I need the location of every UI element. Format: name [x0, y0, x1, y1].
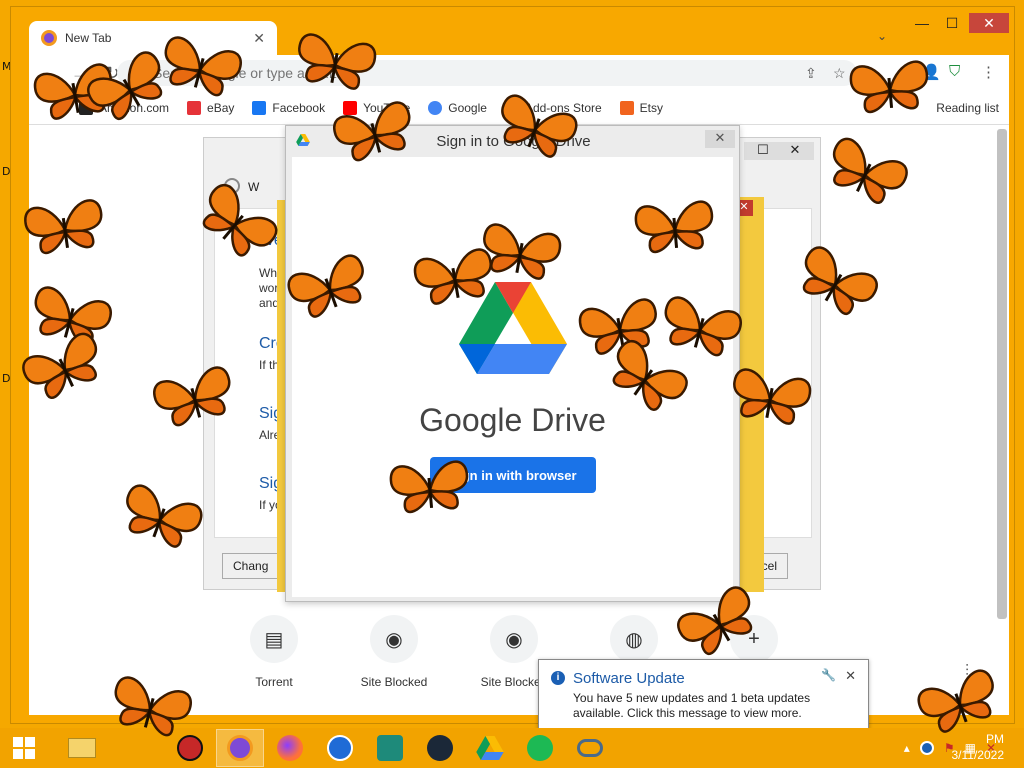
tab-title: New Tab [65, 31, 112, 45]
spotify-icon [527, 735, 553, 761]
taskbar-browser[interactable] [216, 729, 264, 767]
window-close-button[interactable]: ✕ [969, 13, 1009, 33]
github-icon: ◉ [370, 615, 418, 663]
steam-icon [427, 735, 453, 761]
browser-toolbar: ← → ↻ ⇪ ☆ 👤 ⛉ ⋮ [29, 55, 1009, 91]
google-g-icon [129, 65, 145, 81]
drive-small-icon [296, 134, 310, 146]
browser-icon [227, 735, 253, 761]
back-icon[interactable]: ← [35, 63, 61, 84]
tab-new-tab[interactable]: New Tab ✕ [29, 21, 277, 55]
github-icon: ◉ [490, 615, 538, 663]
folder-edge [738, 197, 764, 592]
profile-icon[interactable]: 👤 [922, 63, 941, 81]
tray-app-icon[interactable] [919, 741, 934, 755]
bookmark-etsy[interactable]: Etsy [619, 100, 663, 115]
software-update-notification[interactable]: i Software Update 🔧 ✕ You have 5 new upd… [538, 659, 869, 740]
add-shortcut-button[interactable]: + [709, 615, 799, 663]
omnibox[interactable]: ⇪ ☆ [117, 60, 857, 86]
bookmark-google[interactable]: Google [428, 100, 487, 115]
firefox-icon [277, 735, 303, 761]
etsy-icon [619, 100, 634, 115]
google-drive-logo-icon [459, 282, 567, 374]
folder-edge [277, 200, 285, 592]
change-button[interactable]: Chang [222, 553, 280, 579]
bookmark-facebook[interactable]: Facebook [252, 100, 325, 115]
share-icon[interactable]: ⇪ [805, 65, 817, 82]
reading-list-button[interactable]: Reading list [936, 101, 999, 115]
taskbar-file-explorer[interactable] [58, 729, 106, 767]
product-name: Google Drive [419, 402, 606, 438]
shield-extension-icon[interactable]: ⛉ [949, 63, 960, 80]
customize-sliders-icon[interactable]: ⫶ [965, 663, 969, 681]
drive-dialog-close-button[interactable]: ✕ [705, 130, 735, 148]
amazon-icon [79, 100, 93, 115]
bookmark-amazon[interactable]: Amazon.com [79, 100, 169, 115]
clock-time: PM [986, 732, 1004, 746]
antivirus-icon [177, 735, 203, 761]
clock-date: 3/11/2022 [951, 748, 1005, 762]
notification-title: Software Update [573, 670, 685, 687]
taskbar-antivirus[interactable] [166, 729, 214, 767]
dialog-title: W [248, 180, 260, 194]
windows-logo-icon [13, 737, 35, 759]
addons-icon [504, 100, 519, 115]
globe-icon: ◍ [610, 615, 658, 663]
drive-signin-dialog: Sign in to Google Drive ✕ Google Drive S… [285, 125, 740, 602]
folder-icon [68, 738, 96, 758]
taskbar-thunderbird[interactable] [316, 729, 364, 767]
google-icon [428, 100, 443, 115]
torrent-icon: ▤ [250, 615, 298, 663]
signin-with-browser-button[interactable]: Sign in with browser [430, 457, 596, 493]
taskbar-steam[interactable] [416, 729, 464, 767]
tray-expand-icon[interactable]: ▴ [904, 741, 910, 755]
tab-search-chevron-icon[interactable]: ⌄ [877, 29, 887, 43]
page-scrollbar[interactable] [997, 129, 1007, 619]
taskbar-network-tool[interactable] [566, 729, 614, 767]
taskbar-firefox[interactable] [266, 729, 314, 767]
facebook-icon [252, 100, 267, 115]
info-icon: i [551, 671, 565, 685]
drive-dialog-titlebar: Sign in to Google Drive ✕ [286, 126, 741, 156]
bookmark-youtube[interactable]: YouTube [343, 100, 410, 115]
taskbar-vpn[interactable] [366, 729, 414, 767]
bookmarks-bar: Amazon.com eBay Facebook YouTube Google … [29, 91, 1009, 125]
shortcut-torrent[interactable]: ▤ Torrent [229, 615, 319, 689]
tab-close-button[interactable]: ✕ [253, 30, 265, 47]
thunderbird-icon [327, 735, 353, 761]
google-drive-icon [476, 736, 504, 760]
taskbar: ▴ ⚑ ▦ ✕ PM 3/11/2022 [0, 728, 1024, 768]
settings-wrench-icon[interactable]: 🔧 [821, 668, 836, 682]
menu-kebab-icon[interactable]: ⋮ [981, 63, 996, 81]
chain-link-icon [577, 739, 603, 757]
option-create-text: If th [259, 358, 280, 372]
dialog-close-button[interactable]: ✕ [776, 142, 814, 160]
bookmark-ebay[interactable]: eBay [187, 100, 234, 115]
browser-logo-icon [41, 30, 57, 46]
taskbar-google-drive[interactable] [466, 729, 514, 767]
installer-icon [224, 178, 240, 194]
shortcut-site-blocked[interactable]: ◉ Site Blocked [349, 615, 439, 689]
vpn-shield-icon [377, 735, 403, 761]
ebay-icon [187, 100, 202, 115]
browser-titlebar: New Tab ✕ ⌄ — ☐ ✕ [11, 7, 1016, 55]
maximize-button[interactable]: ☐ [937, 13, 967, 33]
notification-message: You have 5 new updates and 1 beta update… [573, 691, 811, 720]
taskbar-spotify[interactable] [516, 729, 564, 767]
start-button[interactable] [0, 728, 48, 768]
drive-dialog-body: Google Drive Sign in with browser [292, 157, 733, 597]
drive-dialog-title: Sign in to Google Drive [436, 132, 591, 150]
bookmark-star-icon[interactable]: ☆ [833, 65, 846, 82]
search-input[interactable] [153, 65, 713, 81]
shortcut-label: Torrent [255, 675, 293, 689]
bookmark-addons-store[interactable]: Add-ons Store [504, 100, 602, 115]
forward-icon[interactable]: → [67, 63, 93, 84]
youtube-icon [343, 100, 358, 115]
notification-close-button[interactable]: ✕ [845, 668, 856, 684]
taskbar-clock[interactable]: PM 3/11/2022 [952, 731, 1005, 763]
shortcut-label: Site Blocked [360, 675, 428, 689]
add-shortcut-icon: + [730, 615, 778, 663]
minimize-button[interactable]: — [907, 13, 937, 33]
